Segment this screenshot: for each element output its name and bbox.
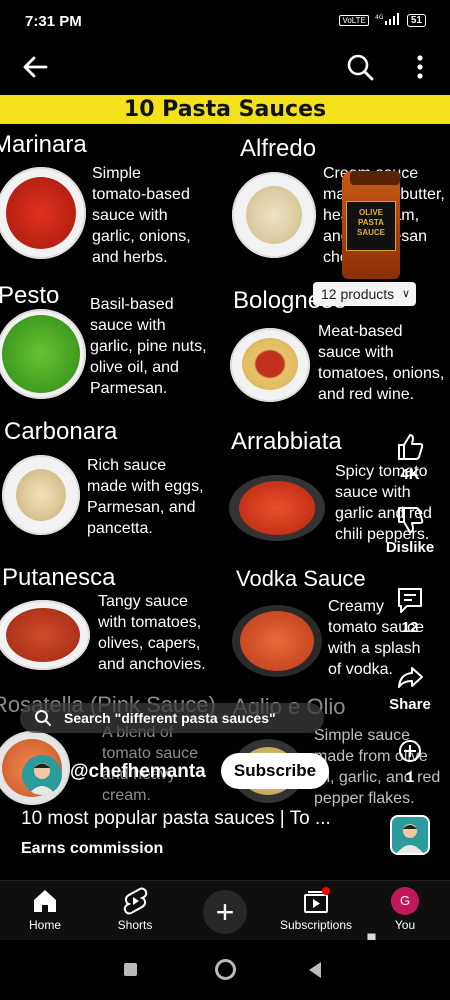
status-time: 7:31 PM [25,13,82,30]
remix-button[interactable]: 1 [380,737,440,786]
profile-avatar: G [391,887,419,915]
vodka-sauce-plate-image [232,605,322,677]
earns-commission-label: Earns commission [21,840,164,857]
sauce-title-vodka-sauce: Vodka Sauce [236,566,366,591]
system-navigation-bar [0,940,450,1000]
remix-count: 1 [405,769,415,786]
like-button[interactable]: 4K [380,432,440,483]
subscriptions-icon [304,887,330,913]
carbonara-plate-image [2,455,80,535]
svg-text:4G: 4G [375,14,384,21]
status-bar: 7:31 PM VoLTE 4G 51 [0,0,450,42]
plus-icon: + [215,894,235,930]
sauce-desc-pesto: Basil-based sauce with garlic, pine nuts, o… [90,296,207,397]
sauce-title-alfredo: Alfredo [240,135,317,162]
create-button[interactable]: + [203,890,247,934]
thumbs-down-icon [398,507,424,533]
dislike-label: Dislike [385,539,435,556]
bolognese-plate-image [230,328,310,402]
signal-icon: 4G [375,13,401,28]
home-icon [34,890,56,912]
comments-button[interactable]: 12 [380,585,440,636]
pesto-plate-image [0,309,86,399]
nav-home-label: Home [28,918,61,932]
marinara-plate-image [0,167,86,259]
person-icon [392,817,428,853]
sauce-desc-marinara: Simple tomato-based sauce with garlic, onio… [92,165,191,266]
channel-avatar[interactable] [22,755,62,795]
sauce-title-marinara: Marinara [0,131,87,158]
thumbs-up-icon [398,434,424,460]
sauce-desc-putanesca: Tangy sauce with tomatoes, olives, capers,… [98,593,206,673]
alfredo-plate-image [232,172,316,258]
sauce-desc-bolognese: Meat-based sauce with tomatoes, onions, and… [318,323,445,403]
top-bar [0,42,450,90]
share-icon [398,667,423,688]
volte-icon: VoLTE [339,15,369,26]
nav-home[interactable]: Home [24,887,66,932]
recent-apps-button[interactable] [124,963,137,976]
search-icon [35,710,51,726]
channel-handle[interactable]: @chefhemanta [70,761,206,783]
home-system-button[interactable] [215,959,236,980]
share-label: Share [389,696,431,713]
person-icon [28,763,56,795]
more-options-icon[interactable] [410,52,430,82]
products-chip-label: 12 products [321,286,395,302]
related-search-text: Search "different pasta sauces" [64,710,276,726]
sauce-desc-carbonara: Rich sauce made with eggs, Parmesan, and pa… [87,457,204,537]
sauce-title-arrabbiata: Arrabbiata [231,428,342,455]
search-icon[interactable] [345,52,375,82]
sauce-title-putanesca: Putanesca [2,564,116,591]
back-system-button[interactable] [309,962,321,978]
arrabbiata-plate-image [229,475,325,541]
nav-shorts[interactable]: Shorts [113,887,157,932]
jar-lid [350,171,400,185]
back-arrow-icon[interactable] [20,52,50,82]
chevron-down-icon: ∨ [401,288,410,300]
status-icons: VoLTE 4G 51 [339,13,426,28]
sauce-title-pesto: Pesto [0,282,60,309]
video-title[interactable]: 10 most popular pasta sauces | To ... [21,808,331,830]
remix-icon [399,740,421,762]
battery-icon: 51 [406,14,426,27]
shorts-icon [123,887,148,915]
sauce-jar-image: OLIVE PASTA SAUCE [342,171,400,279]
products-chip[interactable]: 12 products ∨ [313,282,416,306]
video-banner-title: 10 Pasta Sauces [0,95,450,124]
subscribe-button[interactable]: Subscribe [221,753,329,789]
comment-count: 12 [401,619,419,636]
nav-shorts-label: Shorts [117,918,153,932]
product-thumbnail[interactable]: OLIVE PASTA SAUCE [338,165,404,283]
share-button[interactable]: Share [380,662,440,713]
like-count: 4K [400,466,420,483]
jar-label: OLIVE PASTA SAUCE [346,201,396,251]
dislike-button[interactable]: Dislike [380,505,440,556]
audio-source-thumbnail[interactable] [390,815,430,855]
sauce-title-carbonara: Carbonara [4,418,118,445]
putanesca-plate-image [0,600,90,670]
comment-icon [398,588,422,613]
related-search-chip[interactable]: Search "different pasta sauces" [20,703,324,733]
